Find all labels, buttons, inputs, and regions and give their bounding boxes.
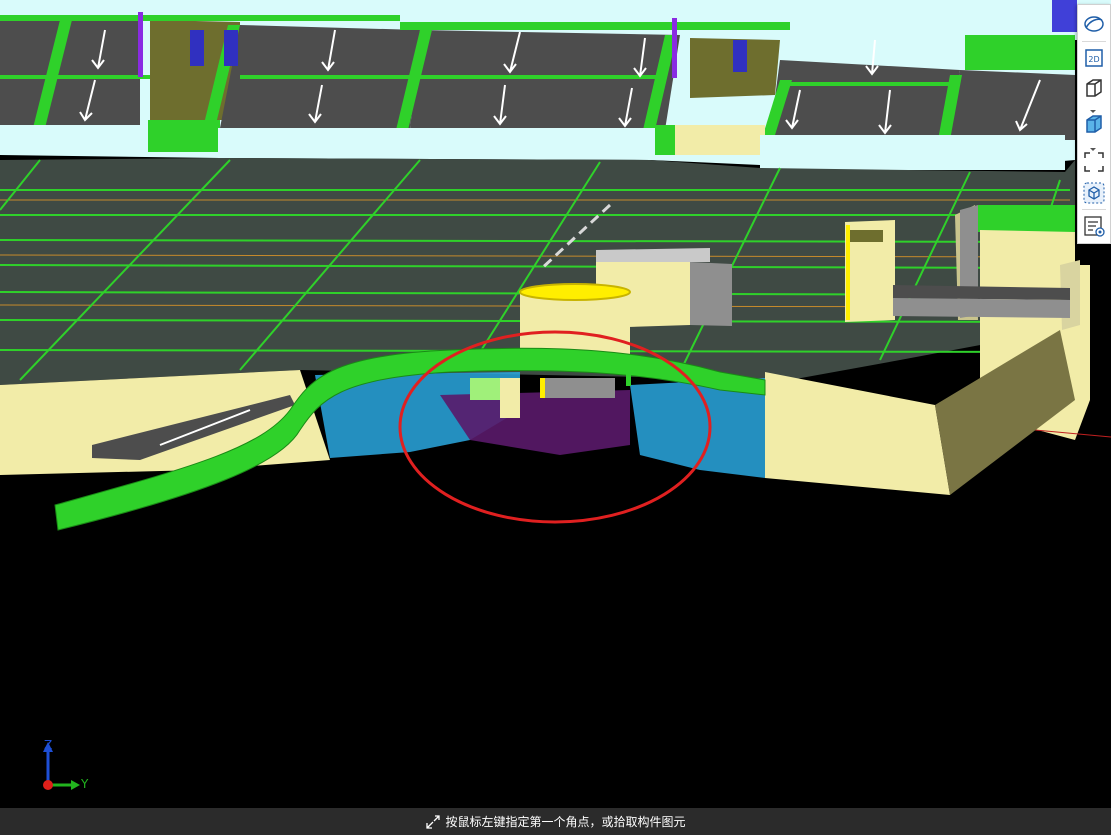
toolbar-separator <box>1082 209 1106 210</box>
axis-indicator: Z Y <box>38 738 98 798</box>
right-foundation-wall <box>765 372 950 495</box>
z-axis-label: Z <box>44 738 53 752</box>
3d-shaded-box-icon[interactable] <box>1081 111 1107 137</box>
chevron-down-icon[interactable] <box>1087 101 1099 113</box>
3d-box-view-icon[interactable] <box>1081 75 1107 101</box>
isolate-element-icon[interactable] <box>1081 180 1107 206</box>
view-toolbar: 2D <box>1077 4 1111 244</box>
fit-view-icon[interactable] <box>1081 149 1107 175</box>
perspective-orbit-icon[interactable] <box>1081 11 1107 37</box>
status-prompt: 按鼠标左键指定第一个角点，或拾取构件图元 <box>445 815 686 829</box>
display-settings-icon[interactable] <box>1081 213 1107 239</box>
cylinder-tank <box>519 283 631 357</box>
status-bar: 按鼠标左键指定第一个角点，或拾取构件图元 <box>0 808 1111 835</box>
axis-origin <box>43 780 53 790</box>
select-corner-icon <box>426 814 441 829</box>
model-scene[interactable] <box>0 0 1111 808</box>
y-axis-label: Y <box>81 777 89 791</box>
3d-model-viewport[interactable] <box>0 0 1111 808</box>
2d-view-label: 2D <box>1088 55 1099 64</box>
chevron-down-icon[interactable] <box>1087 139 1099 151</box>
toolbar-separator <box>1082 41 1106 42</box>
2d-view-icon[interactable]: 2D <box>1081 45 1107 71</box>
